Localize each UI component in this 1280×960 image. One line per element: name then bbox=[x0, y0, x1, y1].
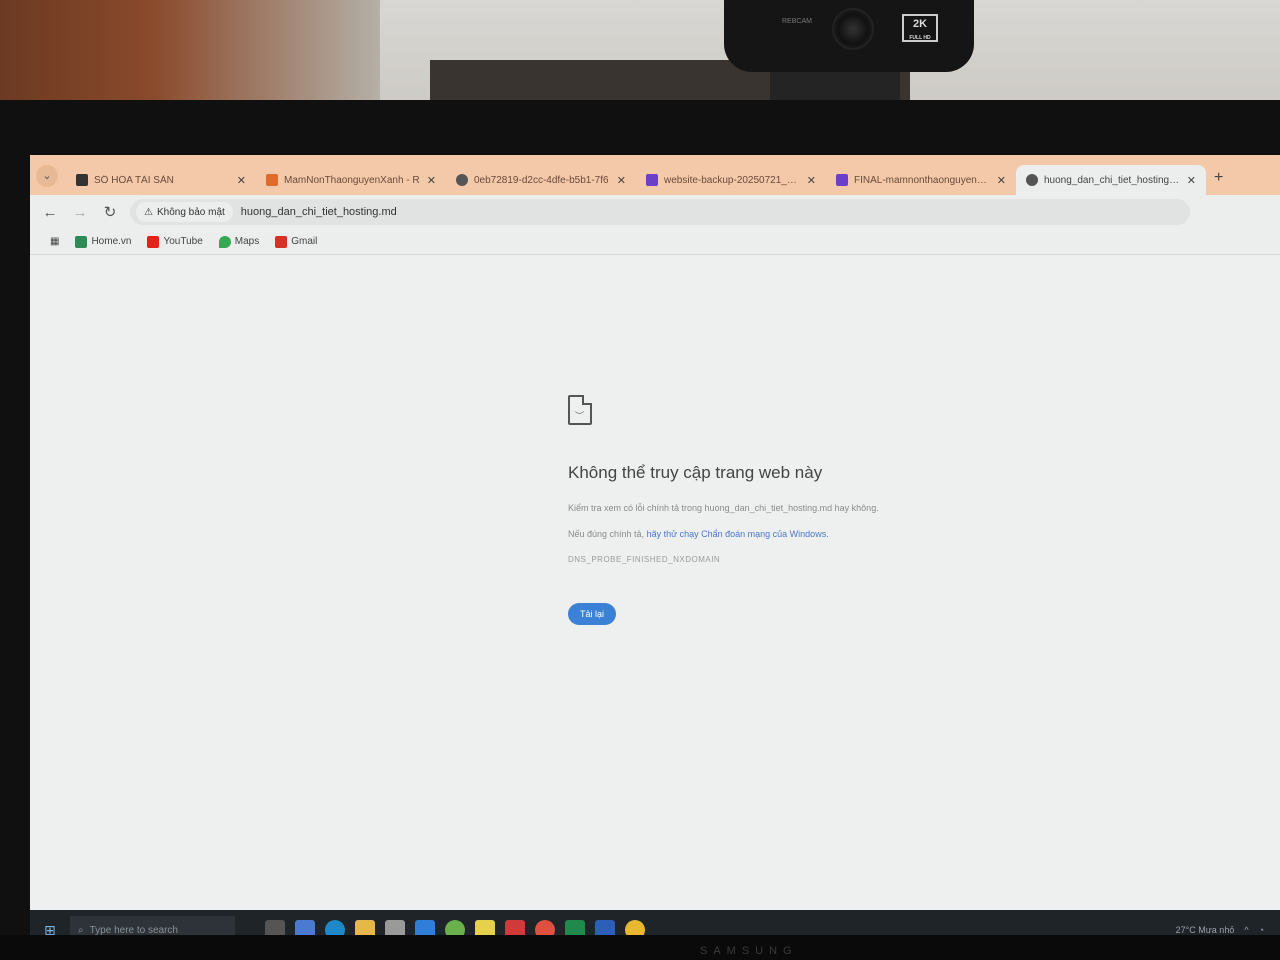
tab-favicon bbox=[266, 174, 278, 186]
tab-search-button[interactable]: ⌄ bbox=[36, 165, 58, 187]
reload-button[interactable]: ↻ bbox=[100, 203, 120, 221]
error-suggestion: Nếu đúng chính tả, hãy thử chạy Chẩn đoá… bbox=[568, 529, 829, 539]
error-hint: Kiểm tra xem có lỗi chính tả trong huong… bbox=[568, 503, 879, 513]
close-icon[interactable]: ✕ bbox=[1187, 174, 1196, 187]
tab-favicon bbox=[646, 174, 658, 186]
tab-5-active[interactable]: huong_dan_chi_tiet_hosting.md ✕ bbox=[1016, 165, 1206, 195]
bookmark-home-vn[interactable]: Home.vn bbox=[75, 235, 131, 248]
tab-favicon bbox=[456, 174, 468, 186]
tab-3[interactable]: website-backup-20250721_062 ✕ bbox=[636, 165, 826, 195]
maps-icon bbox=[218, 235, 231, 248]
system-tray: 27°C Mưa nhỏ ^ ◔ bbox=[1176, 925, 1280, 935]
monitor-brand-logo: SAMSUNG bbox=[700, 945, 798, 957]
search-icon: ⌕ bbox=[78, 924, 84, 936]
screen: ⌄ SỐ HÓA TÀI SẢN ✕ MamNonThaonguyenXanh … bbox=[30, 155, 1280, 950]
tab-strip: ⌄ SỐ HÓA TÀI SẢN ✕ MamNonThaonguyenXanh … bbox=[30, 155, 1280, 195]
tray-chevron-icon[interactable]: ^ bbox=[1244, 925, 1248, 935]
home-vn-icon bbox=[75, 235, 88, 248]
reload-page-button[interactable]: Tải lại bbox=[568, 603, 616, 625]
webcam-2k-badge: 2K FULL HD bbox=[902, 14, 938, 42]
sad-page-icon: ︶ bbox=[568, 395, 592, 425]
apps-icon[interactable]: ▦ bbox=[50, 236, 59, 247]
webcam-lens bbox=[832, 8, 874, 50]
error-page: ︶ Không thể truy cập trang web này Kiểm … bbox=[30, 255, 1280, 910]
gmail-icon bbox=[275, 235, 288, 248]
tab-favicon bbox=[76, 174, 88, 186]
url-text[interactable]: huong_dan_chi_tiet_hosting.md bbox=[241, 206, 397, 218]
youtube-icon bbox=[147, 235, 160, 248]
tab-4[interactable]: FINAL-mamnonthaonguyenxan ✕ bbox=[826, 165, 1016, 195]
close-icon[interactable]: ✕ bbox=[997, 174, 1006, 187]
close-icon[interactable]: ✕ bbox=[237, 174, 246, 187]
tab-0[interactable]: SỐ HÓA TÀI SẢN ✕ bbox=[66, 165, 256, 195]
forward-button[interactable]: → bbox=[70, 204, 90, 221]
error-code: DNS_PROBE_FINISHED_NXDOMAIN bbox=[568, 555, 721, 564]
network-icon[interactable]: ◔ bbox=[1259, 925, 1264, 935]
close-icon[interactable]: ✕ bbox=[617, 174, 626, 187]
warning-icon: ⚠ bbox=[144, 206, 153, 218]
back-button[interactable]: ← bbox=[40, 204, 60, 221]
site-info-chip[interactable]: ⚠ Không bảo mật bbox=[136, 202, 233, 222]
bookmark-gmail[interactable]: Gmail bbox=[275, 235, 317, 248]
tab-1[interactable]: MamNonThaonguyenXanh - R ✕ bbox=[256, 165, 446, 195]
error-title: Không thể truy cập trang web này bbox=[568, 463, 823, 482]
weather-widget[interactable]: 27°C Mưa nhỏ bbox=[1176, 925, 1235, 935]
tab-2[interactable]: 0eb72819-d2cc-4dfe-b5b1-7f6 ✕ bbox=[446, 165, 636, 195]
network-diagnostics-link[interactable]: hãy thử chạy Chẩn đoán mạng của Windows. bbox=[647, 529, 829, 539]
monitor: ⌄ SỐ HÓA TÀI SẢN ✕ MamNonThaonguyenXanh … bbox=[0, 100, 1280, 960]
webcam: REBCAM 2K FULL HD bbox=[724, 0, 974, 72]
toolbar: ← → ↻ ⚠ Không bảo mật huong_dan_chi_tiet… bbox=[30, 195, 1280, 229]
tab-favicon bbox=[836, 174, 848, 186]
bookmark-youtube[interactable]: YouTube bbox=[147, 235, 203, 248]
close-icon[interactable]: ✕ bbox=[807, 174, 816, 187]
bookmarks-bar: ▦ Home.vn YouTube Maps Gmail bbox=[30, 229, 1280, 255]
new-tab-button[interactable]: + bbox=[1214, 169, 1223, 187]
bookmark-maps[interactable]: Maps bbox=[218, 235, 259, 248]
tab-favicon bbox=[1026, 174, 1038, 186]
webcam-brand: REBCAM bbox=[782, 18, 812, 25]
address-bar[interactable]: ⚠ Không bảo mật huong_dan_chi_tiet_hosti… bbox=[130, 199, 1190, 225]
monitor-bezel bbox=[0, 935, 1280, 960]
close-icon[interactable]: ✕ bbox=[427, 174, 436, 187]
